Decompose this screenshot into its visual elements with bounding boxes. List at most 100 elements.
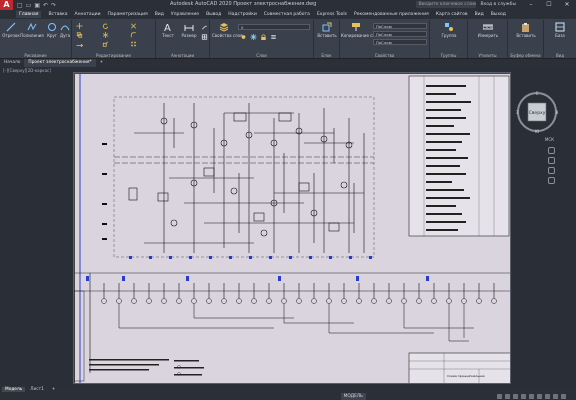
insert-block-button[interactable]: Вставить [315,22,339,38]
scale-icon[interactable] [102,41,109,47]
grid-icon[interactable] [497,394,502,399]
file-tab-start[interactable]: Начало [0,59,24,67]
fillet-icon[interactable] [130,32,137,38]
left-frame-block [74,290,85,382]
osnap-icon[interactable] [529,394,534,399]
add-layout-button[interactable]: + [49,387,59,392]
signin-button[interactable]: Вход в службы [480,2,516,7]
close-button[interactable]: ✕ [558,0,576,10]
leader-icon[interactable] [201,24,208,30]
layer-freeze-icon[interactable] [250,34,257,40]
search-input[interactable]: Введите ключевое слово/фразу [416,1,477,8]
measure-button[interactable]: Измерить [470,22,506,38]
table-icon[interactable] [201,34,208,40]
rotate-icon[interactable] [102,23,109,29]
ribbon-group-clipboard-label[interactable]: Буфер обмена [508,53,543,58]
tab-model[interactable]: Модель [2,387,26,392]
lineweight-dropdown[interactable]: ПоСлою [373,31,427,37]
save-icon[interactable]: ▣ [34,2,40,9]
customization-icon[interactable] [561,394,566,399]
viewcube-east: В [556,110,559,115]
layer-match-icon[interactable] [270,34,277,40]
tab-home[interactable]: Главная [16,11,42,18]
tab-manage[interactable]: Управление [171,12,199,17]
tab-express-tools[interactable]: Express Tools [317,12,347,17]
steering-wheel-icon[interactable] [548,147,555,154]
polyline-tool-button[interactable]: Полилиния [20,22,44,38]
ribbon-group-block-label[interactable]: Блок [314,53,339,58]
ortho-icon[interactable] [513,394,518,399]
application-menu-button[interactable]: A [0,0,13,10]
array-icon[interactable] [130,41,137,47]
dimension-tool-button[interactable]: Размер [178,22,200,38]
drawing-canvas[interactable]: [–][Сверху][2D-каркас] Схема принципиаль… [0,67,576,386]
orbit-icon[interactable] [548,177,555,184]
ribbon-group-layers-label[interactable]: Слои [210,53,313,58]
layer-properties-button[interactable]: Свойства слоя [212,22,242,38]
paste-button[interactable]: Вставить [510,22,542,38]
line-tool-button[interactable]: Отрезок [2,22,20,38]
group-label: Группа [441,33,457,38]
copy-icon[interactable] [76,32,83,38]
mirror-icon[interactable] [102,32,109,38]
circle-tool-button[interactable]: Круг [46,22,58,38]
layer-properties-label: Свойства слоя [212,33,243,38]
viewcube[interactable]: Сверху С Ю В З [514,89,560,135]
tab-exit[interactable]: Выход [491,12,506,17]
tab-parametric[interactable]: Параметризация [108,12,148,17]
move-icon[interactable] [76,23,83,29]
ribbon-group-properties-label[interactable]: Свойства [340,53,429,58]
tab-layout1[interactable]: Лист1 [27,387,47,392]
zoom-icon[interactable] [548,167,555,174]
tab-view-2[interactable]: Вид [475,12,484,17]
ribbon-group-modify-label[interactable]: Редактирование [72,53,155,58]
ribbon-group-annotation-label[interactable]: Аннотации [156,53,209,58]
workspace-icon[interactable] [553,394,558,399]
tab-view[interactable]: Вид [155,12,164,17]
group-button[interactable]: Группа [432,22,466,38]
terminal-circles [101,298,497,304]
ribbon-group-groups-label[interactable]: Группы [430,53,467,58]
linetype-dropdown[interactable]: ПоСлою [373,39,427,45]
snap-icon[interactable] [505,394,510,399]
status-bar: МОДЕЛЬ [0,393,576,400]
ribbon-group-view-label[interactable]: Вид [544,53,576,58]
redo-icon[interactable]: ↷ [51,2,56,9]
wcs-menu[interactable]: МСК [545,137,554,142]
layer-off-icon[interactable] [240,34,247,40]
text-tool-button[interactable]: A Текст [159,22,177,38]
tab-collaborate[interactable]: Совместная работа [264,12,310,17]
base-view-button[interactable]: База [546,22,574,38]
open-file-icon[interactable]: ▭ [26,2,32,9]
match-properties-button[interactable]: Копирование свойств [341,22,387,38]
polar-icon[interactable] [521,394,526,399]
viewcube-compass-icon[interactable]: Сверху С Ю В З [514,89,560,135]
undo-icon[interactable]: ↶ [43,2,48,9]
minimize-button[interactable]: – [522,0,540,10]
layer-dropdown[interactable]: 0 [238,24,310,30]
ribbon-group-draw-label[interactable]: Рисование [0,53,71,58]
tab-featured-apps[interactable]: Рекомендованные приложения [354,12,429,17]
tab-output[interactable]: Вывод [206,12,221,17]
tab-sitemap[interactable]: Карта сайтов [436,12,468,17]
tab-annotate[interactable]: Аннотации [75,12,101,17]
maximize-button[interactable]: ☐ [540,0,558,10]
circle-icon [48,23,56,31]
file-tab-project[interactable]: Проект электроснабжения* [24,59,96,67]
ribbon-group-utilities-label[interactable]: Утилиты [468,53,507,58]
trim-icon[interactable] [130,23,137,29]
stretch-icon[interactable] [76,41,83,47]
viewport-controls[interactable]: [–][Сверху][2D-каркас] [3,68,51,73]
layer-lock-icon[interactable] [260,34,267,40]
title-right-area: Введите ключевое слово/фразу Вход в служ… [416,1,516,8]
lineweight-icon[interactable] [537,394,542,399]
new-file-icon[interactable]: □ [17,2,23,9]
model-space-toggle[interactable]: МОДЕЛЬ [340,393,366,400]
tab-addins[interactable]: Надстройки [228,12,257,17]
color-dropdown[interactable]: ПоСлою [373,23,427,29]
pan-icon[interactable] [548,157,555,164]
tab-insert[interactable]: Вставка [48,12,67,17]
annotation-scale-icon[interactable] [545,394,550,399]
new-tab-button[interactable]: + [96,59,108,67]
arc-tool-button[interactable]: Дуга [59,22,71,38]
